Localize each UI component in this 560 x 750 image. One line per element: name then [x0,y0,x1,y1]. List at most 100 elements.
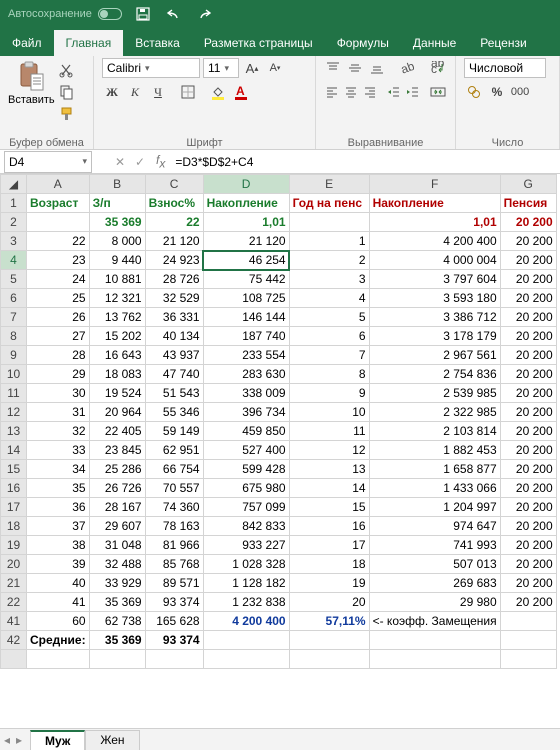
cell[interactable]: 5 [289,308,369,327]
row-header[interactable]: 16 [1,479,27,498]
cell[interactable]: 2 [289,251,369,270]
cell[interactable]: 32 529 [145,289,203,308]
cell[interactable]: 1,01 [369,213,500,232]
col-header-F[interactable]: F [369,175,500,194]
cell[interactable]: <- коэфф. Замещения [369,612,500,631]
redo-icon[interactable] [198,7,214,21]
row-header[interactable]: 17 [1,498,27,517]
cell[interactable]: 19 [289,574,369,593]
cell[interactable]: 32 [27,422,90,441]
cell[interactable]: 36 [27,498,90,517]
cell[interactable]: 527 400 [203,441,289,460]
cell[interactable]: 3 593 180 [369,289,500,308]
cell[interactable]: 62 738 [89,612,145,631]
row-header[interactable]: 42 [1,631,27,650]
cell[interactable]: 57,11% [289,612,369,631]
cell[interactable]: 16 643 [89,346,145,365]
cell[interactable]: 22 405 [89,422,145,441]
formula-bar[interactable]: =D3*$D$2+C4 [171,155,560,169]
cell[interactable]: 20 200 [500,479,556,498]
cell[interactable]: 1 232 838 [203,593,289,612]
cell[interactable]: 74 360 [145,498,203,517]
cell[interactable]: 28 726 [145,270,203,289]
cell[interactable]: Год на пенс [289,194,369,213]
tab-рецензи[interactable]: Рецензи [468,30,538,56]
cell[interactable]: 20 200 [500,460,556,479]
row-header[interactable]: 6 [1,289,27,308]
cell[interactable]: 1 658 877 [369,460,500,479]
confirm-formula-icon[interactable]: ✓ [130,155,150,169]
cell[interactable]: 33 [27,441,90,460]
cell[interactable]: 10 [289,403,369,422]
align-left-icon[interactable] [324,82,340,102]
align-bottom-icon[interactable] [368,58,387,78]
cell[interactable]: 741 993 [369,536,500,555]
col-header-D[interactable]: D [203,175,289,194]
name-box[interactable]: D4▾ [4,151,92,173]
grid[interactable]: ◢ABCDEFG1ВозрастЗ/пВзнос%НакоплениеГод н… [0,174,557,669]
cell[interactable]: 15 [289,498,369,517]
cell[interactable]: 22 [145,213,203,232]
comma-icon[interactable]: 000 [510,82,530,102]
cell[interactable]: 233 554 [203,346,289,365]
cell[interactable]: 75 442 [203,270,289,289]
next-sheet-icon[interactable]: ▸ [16,733,22,747]
row-header[interactable]: 14 [1,441,27,460]
cell[interactable]: 20 964 [89,403,145,422]
autosave-toggle[interactable] [98,8,122,20]
cell[interactable]: 974 647 [369,517,500,536]
row-header[interactable]: 20 [1,555,27,574]
format-painter-icon[interactable] [59,106,75,122]
cell[interactable]: 20 200 [500,213,556,232]
cell[interactable]: 3 178 179 [369,327,500,346]
cell[interactable]: 1 882 453 [369,441,500,460]
cell[interactable]: 2 322 985 [369,403,500,422]
cell[interactable]: 22 [27,232,90,251]
cell[interactable]: Накопление [203,194,289,213]
cell[interactable]: 18 [289,555,369,574]
align-right-icon[interactable] [362,82,378,102]
cell[interactable]: 13 762 [89,308,145,327]
cell[interactable]: 66 754 [145,460,203,479]
cell[interactable]: 55 346 [145,403,203,422]
row-header[interactable]: 8 [1,327,27,346]
row-header[interactable]: 21 [1,574,27,593]
cell[interactable]: 85 768 [145,555,203,574]
cell[interactable]: 11 [289,422,369,441]
currency-icon[interactable] [464,82,484,102]
number-format-dropdown[interactable]: Числовой [464,58,546,78]
cell[interactable]: 3 797 604 [369,270,500,289]
row-header[interactable]: 9 [1,346,27,365]
cell[interactable]: 24 923 [145,251,203,270]
cell[interactable]: 24 [27,270,90,289]
borders-icon[interactable] [178,82,198,102]
cell[interactable]: 30 [27,384,90,403]
cell[interactable]: 35 369 [89,631,145,650]
cell[interactable]: 25 286 [89,460,145,479]
cell[interactable]: 165 628 [145,612,203,631]
tab-файл[interactable]: Файл [0,30,54,56]
cell[interactable]: 14 [289,479,369,498]
cell[interactable]: 2 539 985 [369,384,500,403]
cell[interactable]: 1 433 066 [369,479,500,498]
percent-icon[interactable]: % [487,82,507,102]
cell[interactable]: 599 428 [203,460,289,479]
cell[interactable]: 21 120 [203,232,289,251]
cell[interactable]: 20 200 [500,232,556,251]
cell[interactable]: 29 607 [89,517,145,536]
cell[interactable]: 20 [289,593,369,612]
cell[interactable]: 93 374 [145,593,203,612]
cell[interactable]: 20 200 [500,308,556,327]
cell[interactable]: 1 [289,232,369,251]
cell[interactable]: Возраст [27,194,90,213]
cell[interactable]: 20 200 [500,403,556,422]
row-header[interactable]: 41 [1,612,27,631]
merge-center-icon[interactable] [429,82,447,102]
paste-button[interactable]: Вставить [8,60,55,106]
cell[interactable] [145,650,203,669]
cell[interactable]: 51 543 [145,384,203,403]
increase-font-icon[interactable]: A▴ [242,58,262,78]
cell[interactable]: 108 725 [203,289,289,308]
cell[interactable]: 40 [27,574,90,593]
cell[interactable]: 13 [289,460,369,479]
